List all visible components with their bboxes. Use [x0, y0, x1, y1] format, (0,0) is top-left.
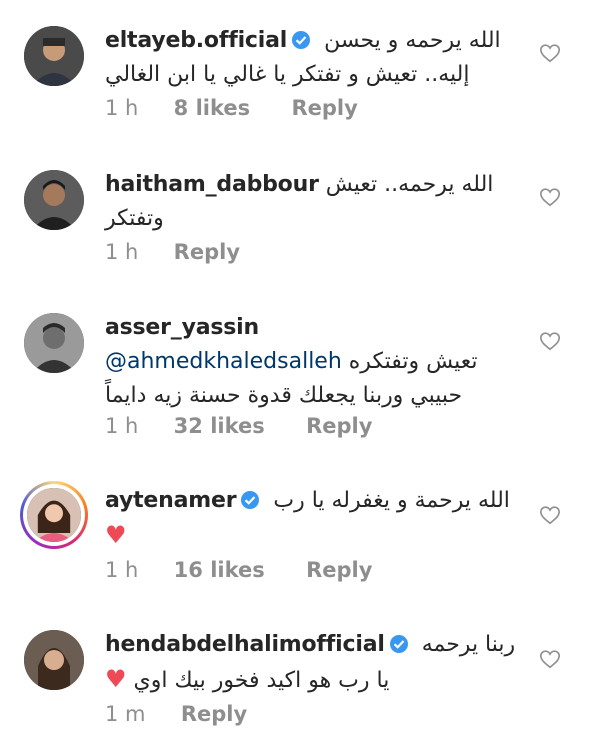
comment-body: asser_yassin @ahmedkhaledsalleh تعيش وتف…: [105, 311, 531, 413]
comment-body: eltayeb.official الله يرحمه و يحسن إليه.…: [105, 24, 531, 92]
comment-meta: 1 h Reply: [105, 240, 274, 264]
comment-body: hendabdelhalimofficial ربنا يرحمه ♥ يا ر…: [105, 628, 531, 698]
avatar[interactable]: [24, 313, 84, 373]
comment-meta: 1 h 8 likes Reply: [105, 96, 392, 120]
heart-outline-icon[interactable]: [539, 186, 561, 208]
comment-meta: 1 h 32 likes Reply: [105, 414, 406, 438]
heart-outline-icon[interactable]: [539, 330, 561, 352]
verified-badge-icon: [291, 30, 311, 50]
timestamp: 1 h: [105, 240, 139, 264]
comment-text-continued: حبيبي وربنا يجعلك قدوة حسنة زيه دايماً: [105, 383, 463, 408]
reply-button[interactable]: Reply: [306, 414, 372, 438]
comment-text: الله يرحمه.. تعيش: [325, 172, 494, 197]
comment-text: تعيش وتفتكره: [348, 349, 478, 374]
comment-text-continued: يا رب هو اكيد فخور بيك اوي: [133, 668, 390, 693]
reply-button[interactable]: Reply: [291, 96, 357, 120]
reply-button[interactable]: Reply: [181, 702, 247, 726]
comment-body: haitham_dabbour الله يرحمه.. تعيش وتفتكر: [105, 168, 531, 236]
comment-text: ربنا يرحمه: [421, 632, 516, 657]
username[interactable]: asser_yassin: [105, 315, 259, 340]
username[interactable]: aytenamer: [105, 488, 237, 513]
red-heart-emoji: ♥: [105, 665, 127, 693]
avatar[interactable]: [24, 630, 84, 690]
heart-outline-icon[interactable]: [539, 504, 561, 526]
username[interactable]: eltayeb.official: [105, 28, 287, 53]
comment-text: الله يرحمة و يغفرله يا رب: [273, 488, 510, 513]
timestamp: 1 h: [105, 558, 139, 582]
likes-count[interactable]: 32 likes: [174, 414, 265, 438]
comment-text-continued: وتفتكر: [105, 206, 164, 231]
username[interactable]: hendabdelhalimofficial: [105, 632, 385, 657]
story-ring[interactable]: [20, 481, 88, 549]
timestamp: 1 m: [105, 702, 146, 726]
verified-badge-icon: [389, 634, 409, 654]
comment-text-continued: إليه.. تعيش و تفتكر يا غالي يا ابن الغال…: [105, 62, 470, 87]
story-ring-gap: [23, 484, 85, 546]
likes-count[interactable]: 8 likes: [174, 96, 250, 120]
avatar[interactable]: [24, 26, 84, 86]
avatar: [27, 488, 81, 542]
verified-badge-icon: [240, 490, 260, 510]
likes-count[interactable]: 16 likes: [174, 558, 265, 582]
timestamp: 1 h: [105, 96, 139, 120]
reply-button[interactable]: Reply: [306, 558, 372, 582]
reply-button[interactable]: Reply: [174, 240, 240, 264]
username[interactable]: haitham_dabbour: [105, 172, 319, 197]
avatar[interactable]: [24, 170, 84, 230]
comment-body: aytenamer الله يرحمة و يغفرله يا رب ♥: [105, 484, 531, 552]
comment-meta: 1 h 16 likes Reply: [105, 558, 406, 582]
red-heart-emoji: ♥: [105, 521, 127, 549]
timestamp: 1 h: [105, 414, 139, 438]
comment-text: الله يرحمه و يحسن: [324, 28, 501, 53]
heart-outline-icon[interactable]: [539, 42, 561, 64]
mention-link[interactable]: @ahmedkhaledsalleh: [105, 349, 342, 374]
heart-outline-icon[interactable]: [539, 648, 561, 670]
comment-meta: 1 m Reply: [105, 702, 281, 726]
